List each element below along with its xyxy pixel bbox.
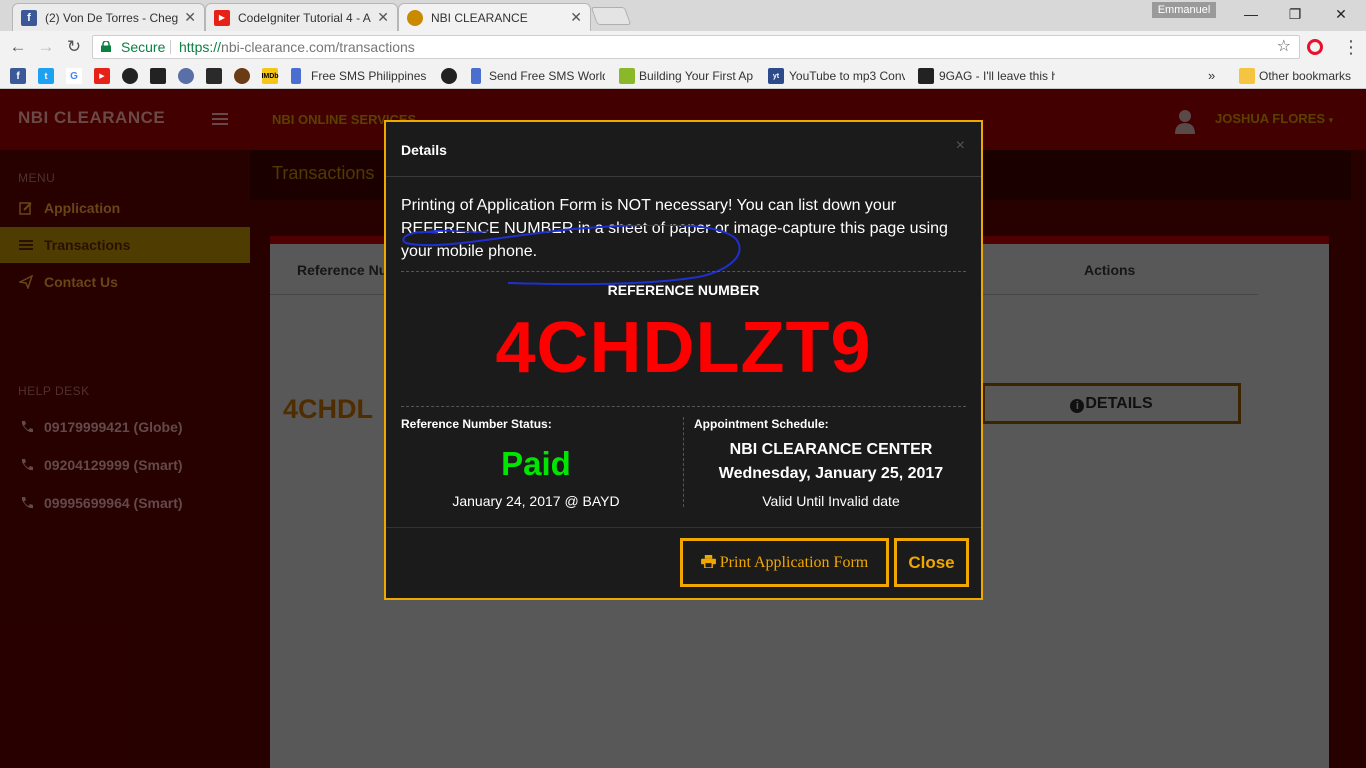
secure-label: Secure	[121, 39, 166, 55]
modal-footer: Print Application Form Close	[386, 527, 981, 598]
details-modal: Details × Printing of Application Form i…	[384, 120, 983, 600]
tab-close-icon[interactable]: ✕	[377, 9, 389, 26]
tab-title: (2) Von De Torres - Cheg	[45, 10, 179, 25]
phone-icon[interactable]	[471, 68, 481, 84]
codepen-icon[interactable]	[150, 68, 166, 84]
url-scheme: https://	[179, 39, 222, 55]
bookmarks-overflow-icon[interactable]: »	[1208, 68, 1215, 84]
clearance-center: NBI CLEARANCE CENTER	[729, 441, 933, 458]
lock-icon	[101, 41, 111, 52]
tab-youtube[interactable]: ▶ CodeIgniter Tutorial 4 - A ✕	[205, 3, 398, 31]
printer-icon	[700, 555, 716, 569]
tab-nbi-clearance[interactable]: NBI CLEARANCE ✕	[398, 3, 591, 31]
print-button-label: Print Application Form	[719, 554, 869, 571]
tab-title: NBI CLEARANCE	[431, 10, 528, 25]
bookmark-building-app[interactable]: Building Your First Ap	[639, 68, 757, 84]
url-text: https://nbi-clearance.com/transactions	[179, 36, 415, 58]
divider	[401, 406, 966, 407]
globe-icon[interactable]	[178, 68, 194, 84]
browser-menu-icon[interactable]: ⋮	[1342, 37, 1360, 57]
modal-close-icon[interactable]: ×	[956, 137, 965, 155]
tab-close-icon[interactable]: ✕	[184, 9, 196, 26]
tab-facebook[interactable]: f (2) Von De Torres - Cheg ✕	[12, 3, 205, 31]
phone-icon[interactable]	[291, 68, 301, 84]
mp3-icon[interactable]: yt	[768, 68, 784, 84]
power-icon[interactable]	[441, 68, 457, 84]
modal-header: Details ×	[386, 122, 981, 177]
google-icon[interactable]: G	[66, 68, 82, 84]
address-bar[interactable]: Secure https://nbi-clearance.com/transac…	[92, 35, 1300, 59]
schedule-date: Wednesday, January 25, 2017	[718, 465, 944, 482]
nbi-logo-icon	[407, 9, 423, 26]
facebook-icon[interactable]: f	[10, 68, 26, 84]
cookie-icon[interactable]	[234, 68, 250, 84]
profile-badge[interactable]: Emmanuel	[1152, 2, 1216, 18]
new-tab-button[interactable]	[590, 7, 632, 25]
bookmark-9gag[interactable]: 9GAG - I'll leave this h	[939, 68, 1055, 84]
window-close-icon[interactable]: ✕	[1326, 4, 1356, 24]
reference-number: 4CHDLZT9	[495, 308, 872, 388]
bookmark-send-free-sms[interactable]: Send Free SMS World	[489, 68, 605, 84]
close-button[interactable]: Close	[894, 538, 969, 587]
folder-icon	[1239, 68, 1255, 84]
schedule-label: Appointment Schedule:	[694, 417, 829, 431]
spotify-icon[interactable]	[122, 68, 138, 84]
minimize-icon[interactable]: —	[1236, 4, 1266, 24]
status-badge: Paid	[501, 445, 571, 482]
tab-title: CodeIgniter Tutorial 4 - A	[238, 10, 371, 25]
browser-tabstrip: f (2) Von De Torres - Cheg ✕ ▶ CodeIgnit…	[0, 0, 1366, 31]
column-divider	[683, 417, 684, 507]
9gag-icon[interactable]	[918, 68, 934, 84]
android-icon[interactable]	[619, 68, 635, 84]
status-label: Reference Number Status:	[401, 417, 552, 431]
restore-icon[interactable]: ❐	[1280, 4, 1310, 24]
print-note: Printing of Application Form is NOT nece…	[401, 197, 948, 260]
imdb-icon[interactable]: IMDb	[261, 68, 279, 84]
other-bookmarks[interactable]: Other bookmarks	[1259, 68, 1351, 84]
twitter-icon[interactable]: t	[38, 68, 54, 84]
reload-icon[interactable]: ↻	[64, 37, 84, 57]
url-path: nbi-clearance.com/transactions	[221, 39, 415, 55]
divider	[401, 271, 966, 272]
reference-number-label: REFERENCE NUMBER	[607, 282, 760, 298]
print-application-form-button[interactable]: Print Application Form	[680, 538, 889, 587]
youtube-icon[interactable]: ▶	[94, 68, 110, 84]
forward-icon[interactable]: →	[36, 37, 56, 57]
back-icon[interactable]: ←	[8, 37, 28, 57]
youtube-icon: ▶	[214, 9, 230, 26]
omnibox-divider	[170, 40, 171, 54]
status-date: January 24, 2017 @ BAYD	[452, 493, 620, 509]
tab-close-icon[interactable]: ✕	[570, 9, 582, 26]
app-icon[interactable]	[206, 68, 222, 84]
valid-until: Valid Until Invalid date	[762, 493, 900, 509]
opera-extension-icon[interactable]	[1307, 39, 1323, 55]
bookmark-youtube-mp3[interactable]: YouTube to mp3 Conv	[789, 68, 905, 84]
browser-toolbar: ← → ↻ Secure https://nbi-clearance.com/t…	[0, 31, 1366, 63]
facebook-icon: f	[21, 9, 37, 26]
modal-body: Printing of Application Form is NOT nece…	[386, 177, 981, 527]
bookmarks-bar: f t G ▶ IMDb Free SMS Philippines | Send…	[0, 63, 1366, 89]
bookmark-free-sms[interactable]: Free SMS Philippines |	[311, 68, 428, 84]
modal-title: Details	[401, 142, 447, 158]
bookmark-star-icon[interactable]: ☆	[1277, 36, 1291, 58]
